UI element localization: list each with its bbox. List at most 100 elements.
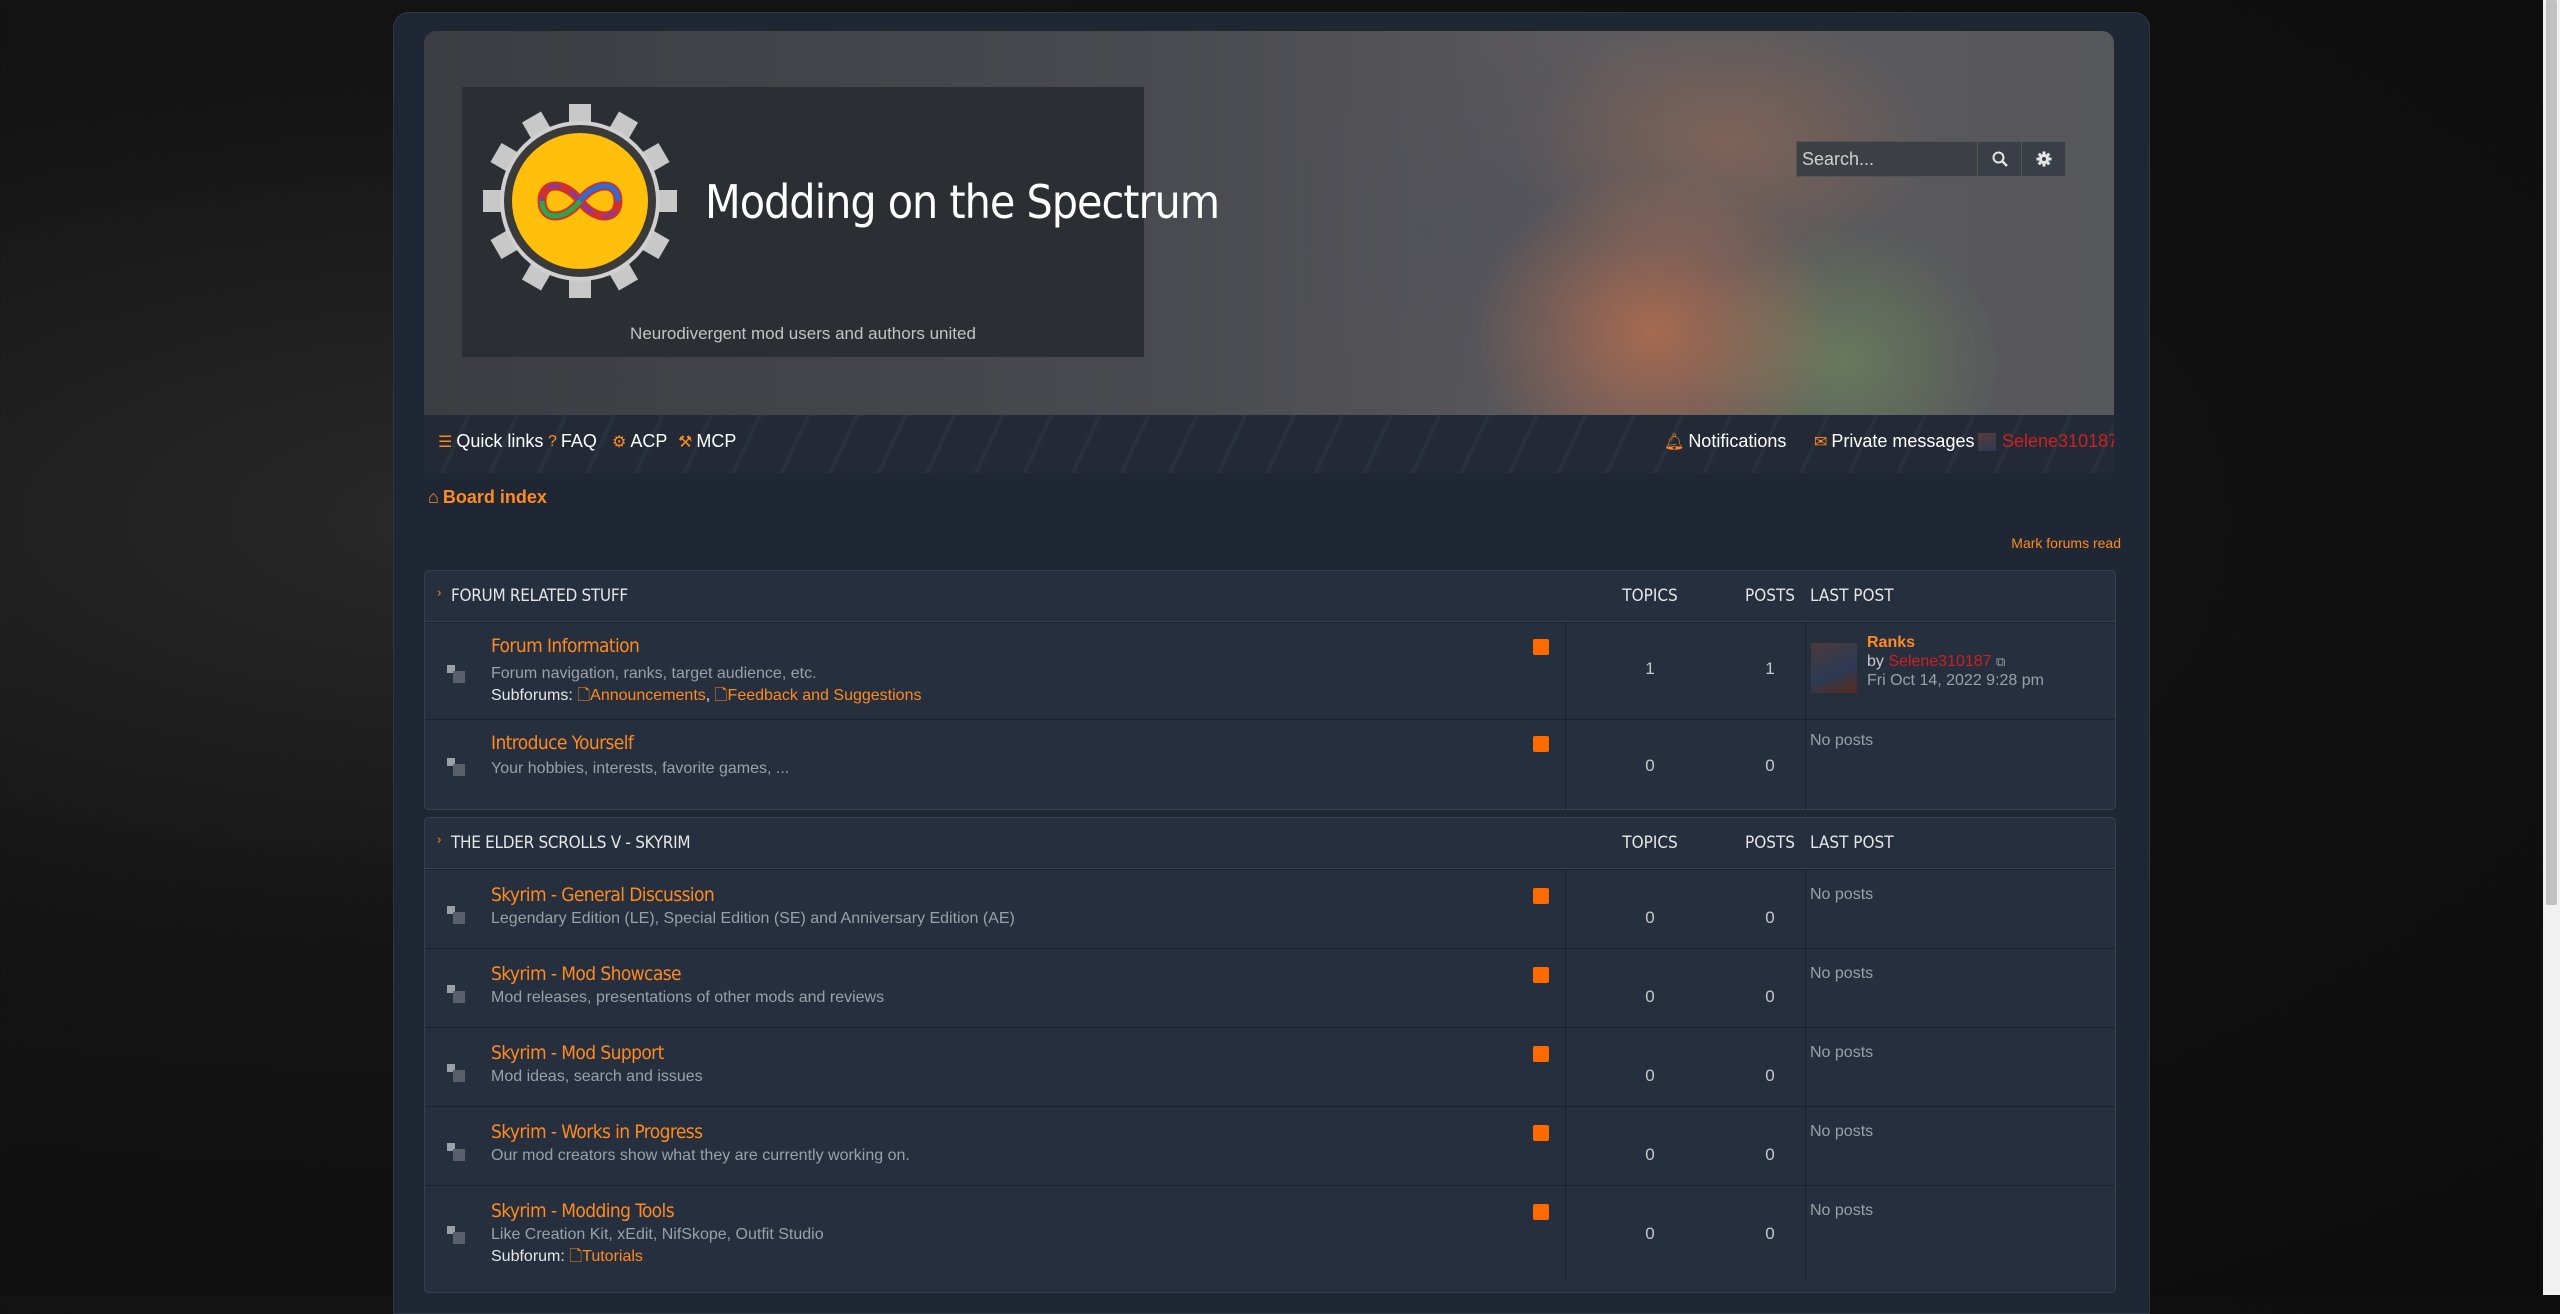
user-avatar [1978,432,1996,451]
posts-count: 0 [1765,756,1775,775]
mcp-label: MCP [696,431,737,451]
forum-description: Mod releases, presentations of other mod… [491,989,885,1006]
column-divider [1805,720,1806,810]
column-divider [1805,870,1806,948]
chevron-right-icon: › [437,833,442,848]
search-box [1796,141,2066,177]
forum-title[interactable]: Skyrim - Works in Progress [491,1121,703,1143]
site-logo-box[interactable]: Modding on the Spectrum Neurodivergent m… [462,87,1220,357]
rss-feed-icon[interactable] [1533,736,1549,752]
topics-count: 0 [1645,908,1655,927]
no-posts-label: No posts [1810,732,1874,749]
forum-description: Like Creation Kit, xEdit, NifSkope, Outf… [491,1226,824,1243]
file-icon: 🗋︎ [577,687,591,704]
avatar[interactable] [1811,643,1857,693]
topics-count: 0 [1645,1145,1655,1164]
search-button[interactable] [1978,141,2022,177]
mcp-link[interactable]: ⚒ MCP [678,431,736,452]
private-messages-label: Private messages [1831,431,1975,451]
posts-count: 0 [1765,987,1775,1006]
subforum-link[interactable]: 🗋︎Tutorials [569,1248,643,1265]
forum-description: Legendary Edition (LE), Special Edition … [491,910,1015,927]
forum-description: Forum navigation, ranks, target audience… [491,665,817,682]
forum-title[interactable]: Skyrim - Mod Support [491,1042,664,1064]
forum-row: Skyrim - General Discussion Legendary Ed… [425,869,2115,948]
subforum-link[interactable]: 🗋︎Feedback and Suggestions [715,687,922,704]
column-divider [1565,623,1566,719]
search-icon [1992,151,2008,167]
mark-forums-read-link[interactable]: Mark forums read [2011,535,2121,551]
forum-description: Mod ideas, search and issues [491,1068,703,1085]
last-post-by: by [1867,653,1884,670]
subforum-link[interactable]: 🗋︎Announcements [577,687,706,704]
inbox-icon: ✉ [1814,433,1828,451]
rss-feed-icon[interactable] [1533,1125,1549,1141]
notifications-link[interactable]: 🔔︎ Notifications [1664,431,1786,452]
column-divider [1805,949,1806,1027]
rss-feed-icon[interactable] [1533,888,1549,904]
faq-link[interactable]: ? FAQ [548,431,597,452]
forum-title[interactable]: Forum Information [491,635,640,657]
subforum-label: Feedback and Suggestions [727,687,922,704]
posts-count: 0 [1765,908,1775,927]
column-divider [1805,1028,1806,1106]
category-title[interactable]: THE ELDER SCROLLS V - SKYRIM [451,833,691,853]
file-icon: 🗋︎ [569,1248,583,1265]
subforum-label: Announcements [590,687,706,704]
forum-category: › FORUM RELATED STUFF TOPICS POSTS LAST … [424,570,2116,810]
page-scrollbar[interactable] [2543,0,2560,1295]
site-description: Neurodivergent mod users and authors uni… [630,324,976,343]
forum-row: Introduce Yourself Your hobbies, interes… [425,719,2115,810]
view-latest-post-icon[interactable]: ⧉ [1996,654,2005,669]
bell-icon: 🔔︎ [1664,433,1685,451]
forum-row: Skyrim - Works in Progress Our mod creat… [425,1106,2115,1185]
forum-title[interactable]: Skyrim - Mod Showcase [491,963,682,985]
forum-title[interactable]: Skyrim - Modding Tools [491,1200,675,1222]
last-post-column-header: LAST POST [1810,833,1894,853]
gear-icon [2036,151,2051,167]
site-header: Modding on the Spectrum Neurodivergent m… [424,31,2114,473]
home-icon: ⌂ [428,487,439,507]
private-messages-link[interactable]: ✉ Private messages [1814,431,1974,452]
posts-count: 0 [1765,1145,1775,1164]
quick-links-menu[interactable]: ☰ Quick links [438,431,543,452]
category-title[interactable]: FORUM RELATED STUFF [451,586,628,606]
category-header: › THE ELDER SCROLLS V - SKYRIM TOPICS PO… [425,818,2115,869]
rss-feed-icon[interactable] [1533,1046,1549,1062]
header-banner: Modding on the Spectrum Neurodivergent m… [424,31,2114,415]
last-post-user-link[interactable]: Selene310187 [1888,653,1991,670]
last-post-date: Fri Oct 14, 2022 9:28 pm [1867,672,2044,689]
notifications-label: Notifications [1688,431,1787,451]
column-divider [1565,870,1566,948]
user-menu[interactable]: Selene310187 ▾ [1978,431,2114,452]
forum-title[interactable]: Skyrim - General Discussion [491,884,715,906]
subforums-label: Subforums: [491,687,573,704]
search-input[interactable] [1796,141,1978,177]
chevron-right-icon: › [437,586,442,601]
forum-row: Skyrim - Mod Showcase Mod releases, pres… [425,948,2115,1027]
topics-count: 0 [1645,1066,1655,1085]
username-label: Selene310187 [2002,431,2114,451]
scrollbar-thumb[interactable] [2546,0,2557,905]
breadcrumb[interactable]: ⌂ Board index [428,487,547,508]
last-post-column-header: LAST POST [1810,586,1894,606]
forum-title[interactable]: Introduce Yourself [491,732,634,754]
forum-description: Our mod creators show what they are curr… [491,1147,910,1164]
subforums-list: Subforums: 🗋︎Announcements, 🗋︎Feedback a… [491,687,922,704]
column-divider [1565,1107,1566,1185]
rss-feed-icon[interactable] [1533,639,1549,655]
topics-count: 0 [1645,1224,1655,1243]
subforums-label: Subforum: [491,1248,565,1265]
rss-feed-icon[interactable] [1533,967,1549,983]
cogs-icon: ⚙ [612,433,627,451]
posts-column-header: POSTS [1744,586,1796,606]
advanced-search-button[interactable] [2022,141,2066,177]
rss-feed-icon[interactable] [1533,1204,1549,1220]
gavel-icon: ⚒ [678,433,693,451]
forum-read-icon [447,985,465,1003]
last-post-title-link[interactable]: Ranks [1867,634,1915,651]
topics-count: 0 [1645,756,1655,775]
board-index-link[interactable]: Board index [443,487,547,507]
column-divider [1805,623,1806,719]
acp-link[interactable]: ⚙ ACP [612,431,667,452]
